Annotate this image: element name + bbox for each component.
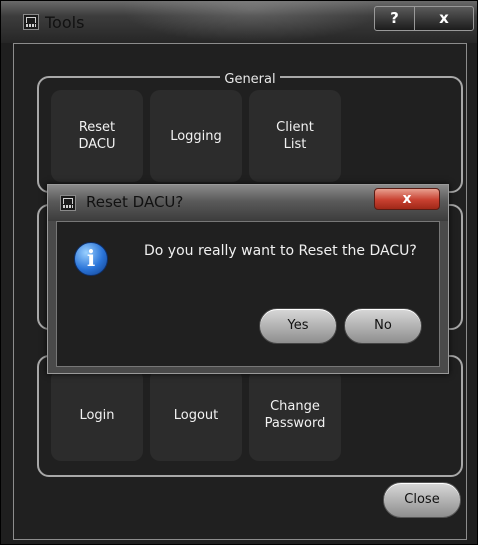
- reset-dacu-dialog: Reset DACU? x i Do you really want to Re…: [47, 184, 449, 374]
- app-logo-icon: [23, 14, 39, 30]
- info-icon: i: [74, 242, 108, 276]
- window-title: Tools: [45, 13, 85, 32]
- no-button[interactable]: No: [344, 308, 422, 344]
- dialog-body: i Do you really want to Reset the DACU? …: [56, 221, 440, 367]
- reset-dacu-button[interactable]: Reset DACU: [51, 90, 143, 182]
- dialog-title-bar[interactable]: Reset DACU? x: [48, 185, 448, 221]
- yes-button[interactable]: Yes: [259, 308, 337, 344]
- dialog-close-button[interactable]: x: [374, 188, 440, 210]
- window-close-button[interactable]: x: [414, 6, 474, 31]
- general-legend: General: [220, 72, 280, 87]
- dialog-message: Do you really want to Reset the DACU?: [144, 243, 417, 259]
- general-group: General Reset DACU Logging Client List: [37, 72, 463, 193]
- close-button[interactable]: Close: [383, 482, 461, 518]
- logout-button[interactable]: Logout: [150, 369, 242, 461]
- help-button[interactable]: ?: [374, 6, 415, 31]
- logging-button[interactable]: Logging: [150, 90, 242, 182]
- app-logo-icon: [60, 195, 76, 211]
- title-bar[interactable]: Tools ? x: [1, 1, 477, 43]
- client-list-button[interactable]: Client List: [249, 90, 341, 182]
- change-password-button[interactable]: Change Password: [249, 369, 341, 461]
- dialog-title: Reset DACU?: [86, 193, 184, 211]
- login-button[interactable]: Login: [51, 369, 143, 461]
